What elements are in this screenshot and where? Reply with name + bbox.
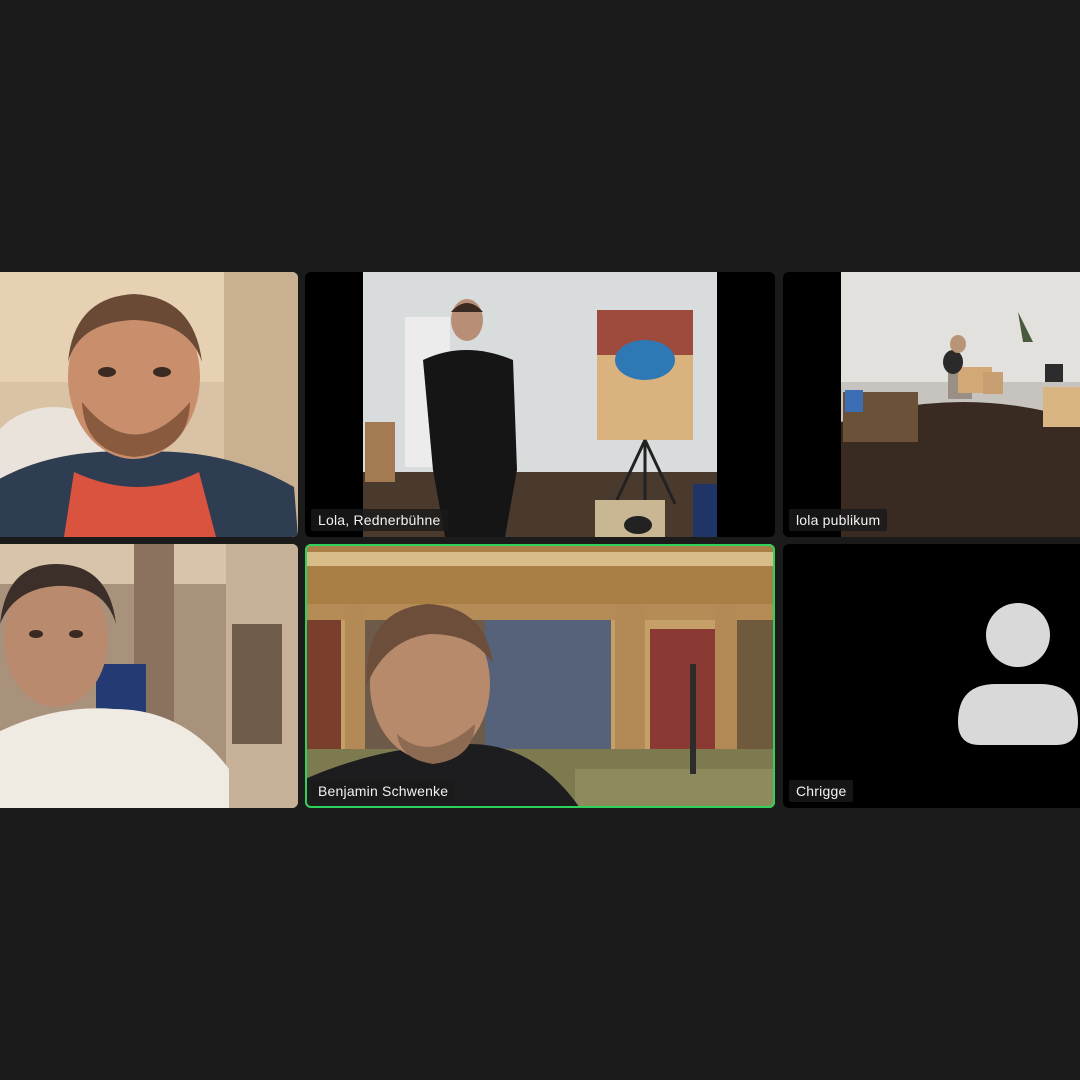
participant-video-tile-6[interactable]: Chrigge [783,544,1080,808]
participant-video-tile-2[interactable]: Lola, Rednerbühne [305,272,775,537]
participant-video-feed [0,272,298,537]
participant-video-tile-4[interactable] [0,544,298,808]
participant-video-feed [0,544,298,808]
participant-video-feed [305,544,775,808]
participant-video-feed [305,272,775,537]
participant-video-tile-3[interactable]: lola publikum [783,272,1080,537]
participant-video-tile-5[interactable]: Benjamin Schwenke [305,544,775,808]
user-avatar-icon [956,602,1080,747]
participant-name-label: Lola, Rednerbühne [311,509,448,531]
participant-video-feed [783,272,1080,537]
participant-name-label: lola publikum [789,509,888,531]
participant-name-label: Benjamin Schwenke [311,780,456,802]
participant-video-tile-1[interactable] [0,272,298,537]
participant-name-label: Chrigge [789,780,854,802]
